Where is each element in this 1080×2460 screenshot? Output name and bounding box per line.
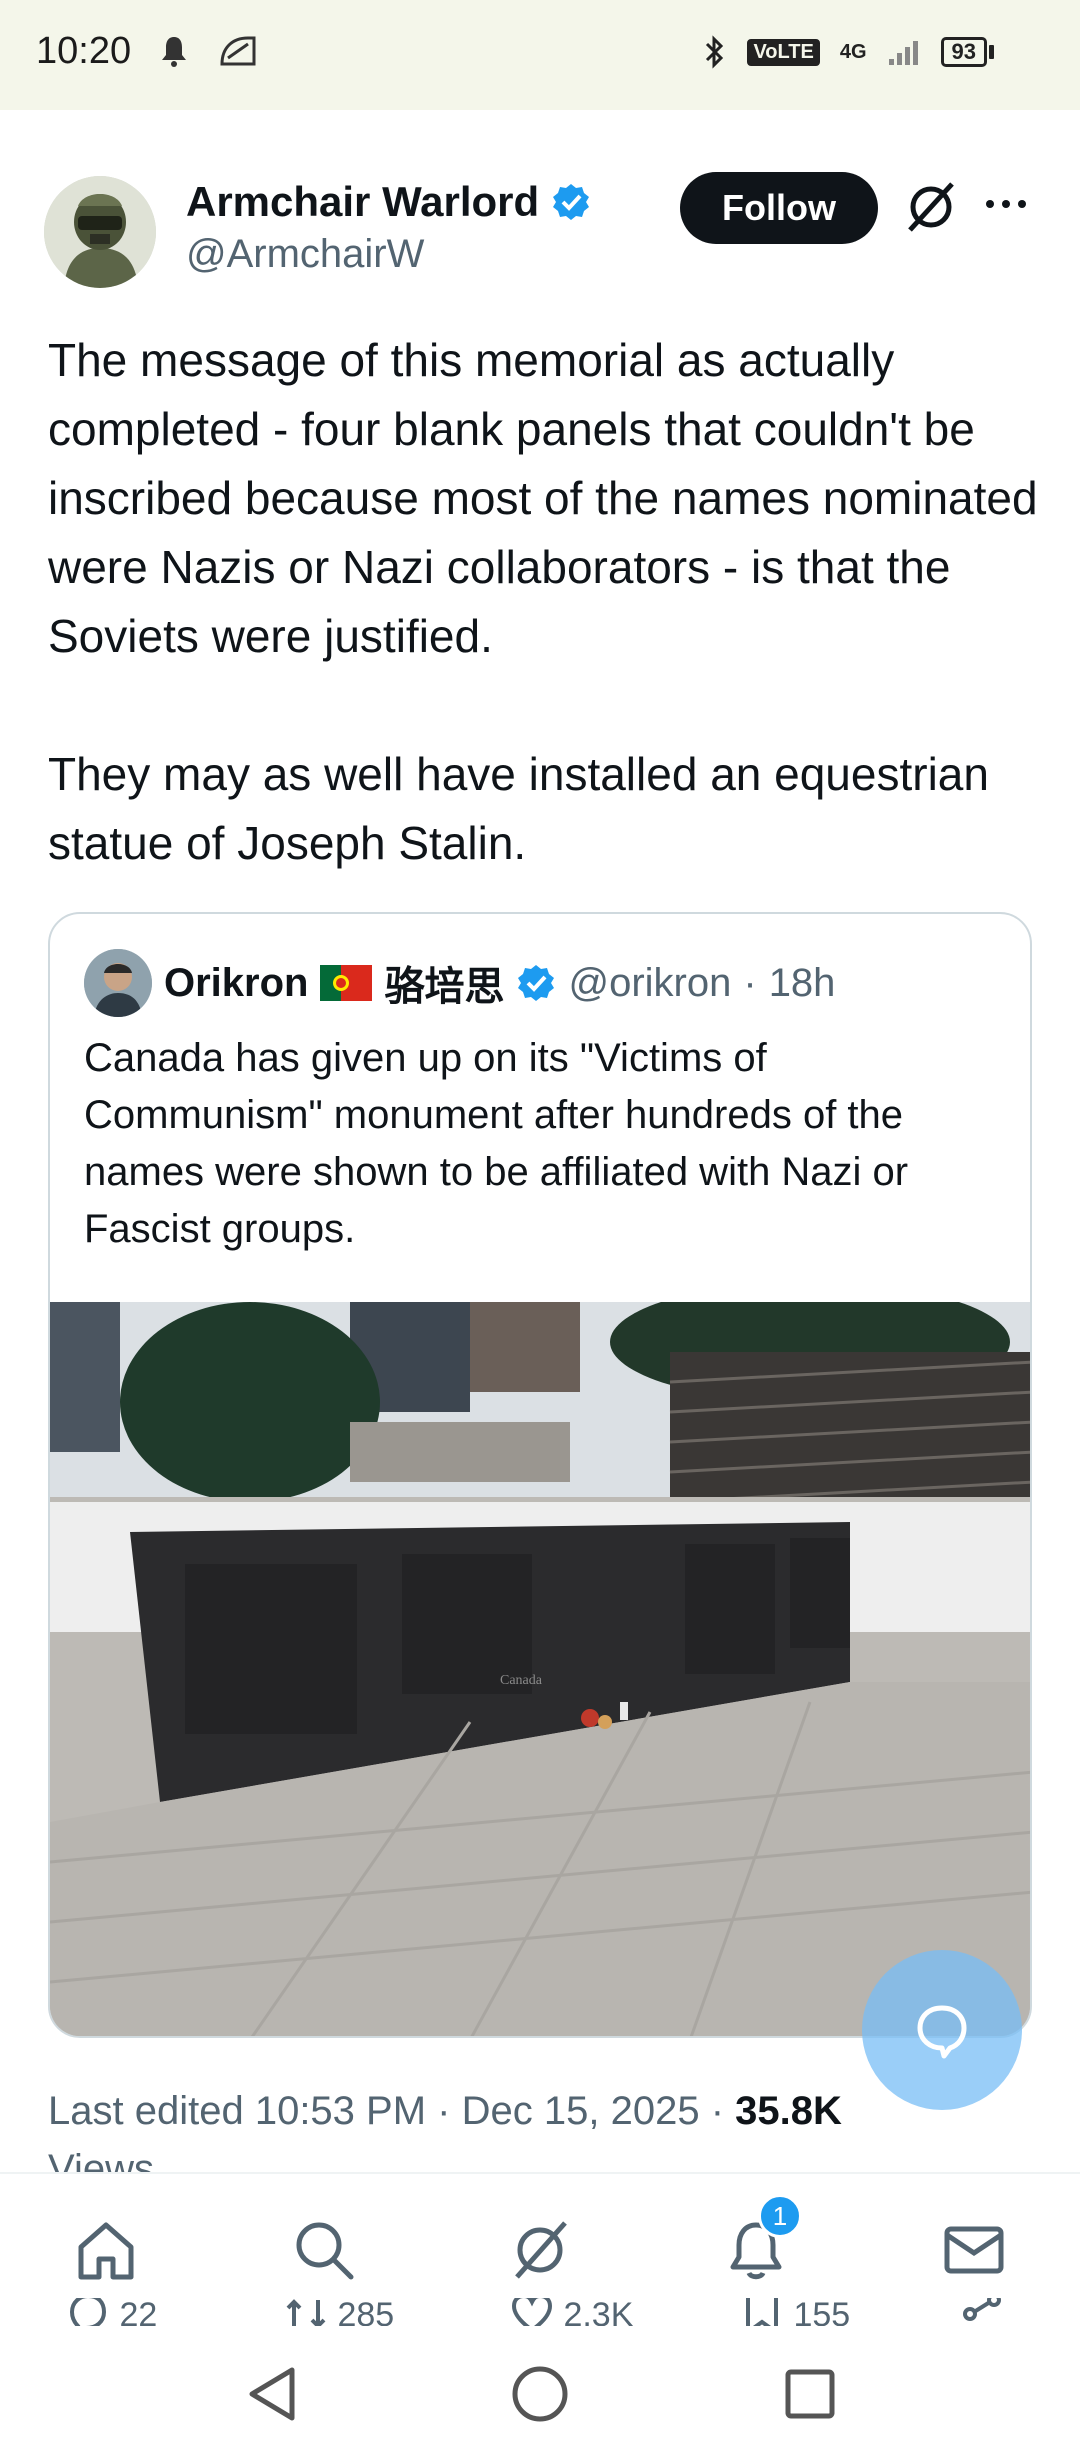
verified-badge-icon — [553, 184, 590, 220]
signal-icon — [888, 41, 918, 65]
author-name[interactable]: Armchair Warlord — [186, 178, 591, 226]
battery-level: 93 — [940, 37, 987, 67]
nav-grok[interactable] — [500, 2210, 580, 2290]
tweet-author-row: Armchair Warlord @ArmchairW Follow — [0, 160, 1080, 300]
grok-icon[interactable] — [902, 178, 960, 236]
quoted-author-avatar — [84, 949, 152, 1017]
quoted-tweet-text: Canada has given up on its "Victims of C… — [84, 1036, 909, 1251]
reply-count: 22 — [119, 2298, 158, 2326]
home-circle-icon — [512, 2366, 568, 2422]
battery-icon: 93 — [940, 37, 994, 67]
status-bar: 10:20 VoLTE 4G 93 — [0, 0, 1080, 110]
author-avatar[interactable] — [44, 176, 156, 288]
reply-icon — [69, 2298, 107, 2326]
repost-count: 285 — [337, 2298, 395, 2326]
heart-icon — [511, 2298, 553, 2326]
chat-bubble-icon — [917, 2005, 967, 2059]
like-action[interactable]: 2.3K — [510, 2298, 633, 2326]
system-recents-button[interactable] — [770, 2354, 850, 2434]
network-type: 4G — [839, 40, 867, 63]
nav-home[interactable] — [66, 2210, 146, 2290]
floating-chat-button[interactable] — [862, 1950, 1022, 2110]
reply-action[interactable]: 22 — [66, 2298, 157, 2326]
notifications-badge: 1 — [758, 2194, 802, 2238]
nav-messages[interactable] — [934, 2210, 1014, 2290]
like-count: 2.3K — [563, 2298, 634, 2326]
bookmark-count: 155 — [793, 2298, 851, 2326]
repost-icon — [286, 2299, 326, 2326]
system-home-button[interactable] — [500, 2354, 580, 2434]
follow-button[interactable]: Follow — [680, 172, 878, 244]
quoted-tweet-card[interactable]: Orikron 骆培思 @orikron · 18h Canada has gi… — [48, 912, 1032, 2038]
bookmark-action[interactable]: 155 — [740, 2298, 850, 2326]
notification-bell-icon — [162, 37, 186, 67]
quoted-tweet-age: 18h — [768, 960, 836, 1005]
app-notification-icon — [220, 36, 256, 66]
repost-action[interactable]: 285 — [284, 2298, 394, 2326]
share-icon — [963, 2298, 1001, 2321]
quoted-author-name-cjk: 骆培思 — [384, 965, 505, 1009]
grok-nav-icon — [515, 2221, 567, 2279]
quoted-author-handle: @orikron — [568, 960, 732, 1005]
quoted-tweet-header: Orikron 骆培思 @orikron · 18h — [84, 948, 835, 1018]
edited-label[interactable]: Last edited — [48, 2089, 244, 2133]
recents-square-icon — [785, 2369, 835, 2419]
bluetooth-icon — [706, 35, 724, 69]
quoted-author-name: Orikron — [164, 960, 309, 1005]
nav-notifications[interactable]: 1 — [716, 2194, 802, 2290]
tweet-date: Dec 15, 2025 — [461, 2089, 700, 2133]
status-time: 10:20 — [36, 30, 132, 72]
home-icon — [78, 2222, 134, 2280]
portugal-flag-icon — [320, 965, 373, 1001]
tweet-action-bar: 22 285 2.3K 155 — [0, 2298, 1080, 2326]
views-count: 35.8K — [735, 2089, 842, 2133]
more-options-icon[interactable] — [982, 192, 1030, 216]
system-navigation-bar — [0, 2326, 1080, 2460]
memorial-photo[interactable]: Canada — [50, 1302, 1032, 2038]
quoted-verified-badge-icon — [518, 965, 555, 1001]
volte-indicator: VoLTE — [747, 38, 820, 66]
nav-search[interactable] — [284, 2210, 364, 2290]
bookmark-icon — [746, 2298, 778, 2326]
search-icon — [296, 2222, 354, 2280]
tweet-time: 10:53 PM — [254, 2089, 427, 2133]
back-triangle-icon — [249, 2367, 295, 2421]
mail-icon — [944, 2226, 1004, 2274]
share-action[interactable] — [960, 2298, 1004, 2326]
tweet-text: The message of this memorial as actually… — [48, 334, 1038, 869]
system-back-button[interactable] — [232, 2354, 312, 2434]
author-handle[interactable]: @ArmchairW — [186, 232, 424, 277]
memorial-engraving: Canada — [500, 1673, 543, 1688]
